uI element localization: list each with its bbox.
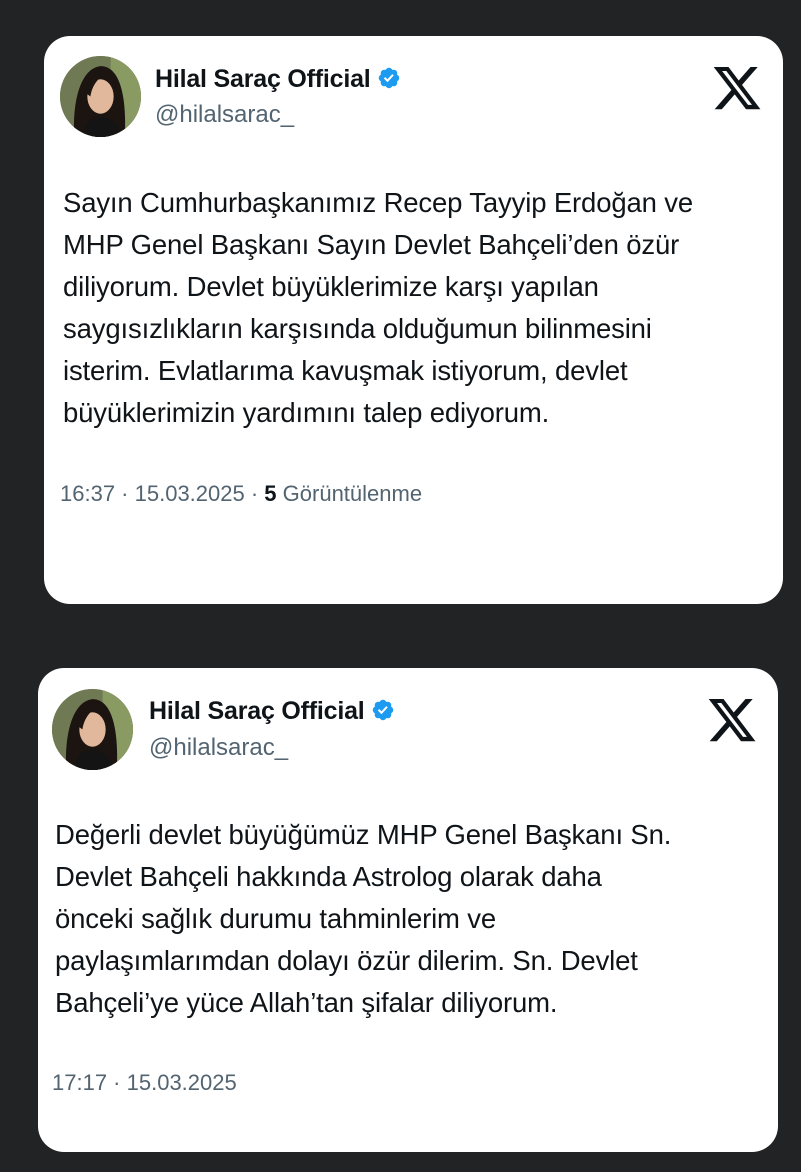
tweet-text-line: diliyorum. Devlet büyüklerimize karşı ya… <box>63 271 599 302</box>
display-name[interactable]: Hilal Saraç Official <box>149 697 395 726</box>
tweet-text-line: önceki sağlık durumu tahminlerim ve <box>55 903 497 934</box>
tweet-text: Değerli devlet büyüğümüz MHP Genel Başka… <box>55 814 765 1024</box>
tweet-time[interactable]: 16:37 <box>60 481 115 506</box>
tweet-text-line: paylaşımlarımdan dolayı özür dilerim. Sn… <box>55 945 638 976</box>
tweet-meta: 16:37 · 15.03.2025 · 5 Görüntülenme <box>60 481 422 507</box>
tweet-text-line: Bahçeli’ye yüce Allah’tan şifalar diliyo… <box>55 987 558 1018</box>
tweet-text-line: isterim. Evlatlarıma kavuşmak istiyorum,… <box>63 355 628 386</box>
verified-badge-icon <box>378 67 399 89</box>
tweet-text-line: Değerli devlet büyüğümüz MHP Genel Başka… <box>55 819 672 850</box>
meta-separator: · <box>115 481 135 506</box>
tweet-card[interactable]: Hilal Saraç Official @hilalsarac_ Değerl… <box>38 668 778 1152</box>
tweet-text-line: saygısızlıkların karşısında olduğumun bi… <box>63 313 652 344</box>
tweet-meta: 17:17 · 15.03.2025 <box>52 1070 237 1096</box>
avatar-photo <box>52 689 133 770</box>
handle[interactable]: @hilalsarac_ <box>149 734 288 762</box>
tweet-date[interactable]: 15.03.2025 <box>127 1070 237 1095</box>
x-logo-icon[interactable] <box>706 694 758 744</box>
views-label: Görüntülenme <box>276 481 423 506</box>
tweet-card[interactable]: Hilal Saraç Official @hilalsarac_ Sayın … <box>44 36 783 604</box>
meta-separator: · <box>244 481 265 506</box>
display-name-text: Hilal Saraç Official <box>149 697 365 725</box>
views-count: 5 <box>264 481 277 506</box>
tweet-text: Sayın Cumhurbaşkanımız Recep Tayyip Erdo… <box>63 182 773 434</box>
avatar[interactable] <box>52 689 133 770</box>
verified-badge-icon <box>372 699 393 721</box>
avatar[interactable] <box>60 56 141 137</box>
tweet-time[interactable]: 17:17 <box>52 1070 107 1095</box>
display-name[interactable]: Hilal Saraç Official <box>155 65 401 94</box>
handle[interactable]: @hilalsarac_ <box>155 101 294 129</box>
meta-separator: · <box>107 1070 127 1095</box>
tweet-text-line: büyüklerimizin yardımını talep ediyorum. <box>63 397 550 428</box>
tweet-text-line: Sayın Cumhurbaşkanımız Recep Tayyip Erdo… <box>63 187 694 218</box>
display-name-text: Hilal Saraç Official <box>155 65 371 93</box>
tweet-date[interactable]: 15.03.2025 <box>135 481 245 506</box>
tweet-text-line: MHP Genel Başkanı Sayın Devlet Bahçeli’d… <box>63 229 680 260</box>
x-logo-icon[interactable] <box>711 62 763 112</box>
avatar-photo <box>60 56 141 137</box>
tweet-text-line: Devlet Bahçeli hakkında Astrolog olarak … <box>55 861 602 892</box>
